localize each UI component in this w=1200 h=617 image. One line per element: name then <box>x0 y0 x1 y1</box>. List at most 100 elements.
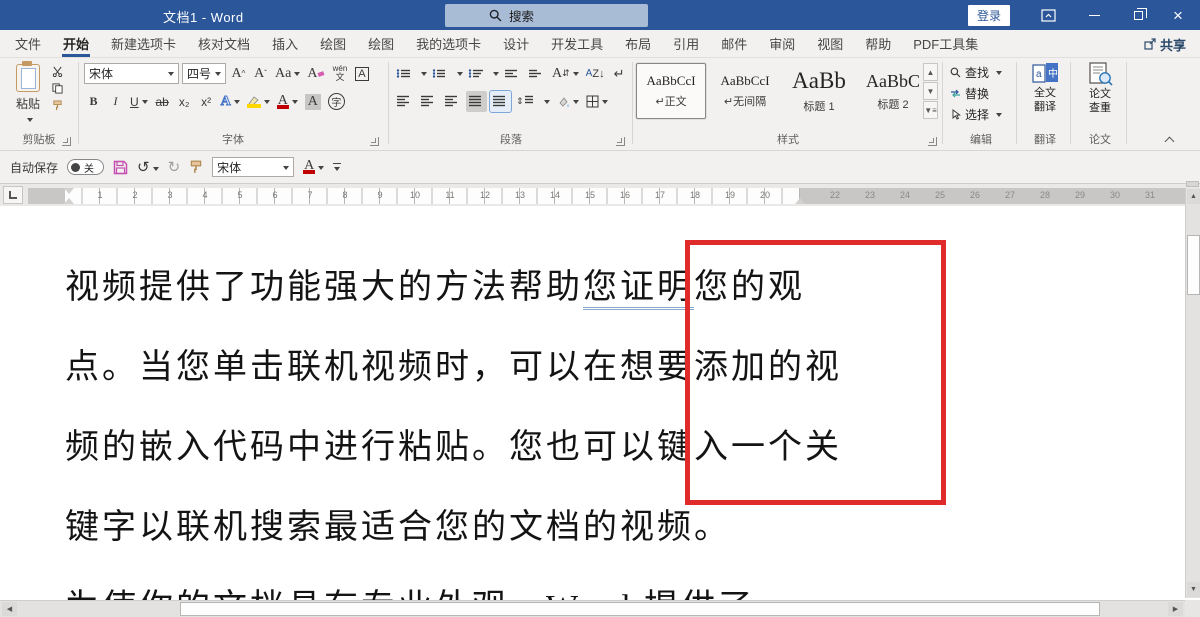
align-center-button[interactable] <box>418 91 439 112</box>
sort-button[interactable]: AZ↓ <box>584 63 607 84</box>
search-box[interactable]: 搜索 <box>445 4 648 27</box>
scroll-down-arrow[interactable]: ▼ <box>1187 582 1200 597</box>
shrink-font-button[interactable]: Aˇ <box>251 63 270 84</box>
clipboard-dialog-launcher[interactable] <box>62 137 71 146</box>
select-button[interactable]: 选择 <box>944 104 1018 125</box>
text-effects-button[interactable]: A <box>219 91 242 112</box>
ribbon-tab[interactable]: 我的选项卡 <box>405 30 492 57</box>
qat-format-painter-icon[interactable] <box>189 160 203 174</box>
font-dialog-launcher[interactable] <box>370 137 379 146</box>
style-card[interactable]: AaBbC标题 2 <box>858 63 928 119</box>
tab-stop-selector[interactable] <box>3 186 23 204</box>
ribbon-tab[interactable]: 视图 <box>806 30 854 57</box>
scroll-up-arrow[interactable]: ▲ <box>1187 189 1200 204</box>
font-name-combo[interactable]: 宋体 <box>84 63 179 84</box>
numbering-button[interactable] <box>430 63 451 84</box>
save-icon[interactable] <box>113 160 128 175</box>
ribbon-tab[interactable]: 开始 <box>52 30 100 57</box>
subscript-button[interactable]: x₂ <box>175 91 194 112</box>
ribbon-tab[interactable]: 文件 <box>4 30 52 57</box>
collapse-ribbon-button[interactable] <box>1163 136 1175 144</box>
ribbon-tab[interactable]: 开发工具 <box>540 30 614 57</box>
split-handle[interactable] <box>1186 181 1199 187</box>
vertical-scrollbar[interactable]: ▲ ▼ <box>1185 188 1200 598</box>
scroll-left-arrow[interactable]: ◀ <box>2 602 17 616</box>
enclose-characters-button[interactable]: 字 <box>326 91 347 112</box>
show-marks-button[interactable]: ↵ <box>610 63 629 84</box>
paper-check-button[interactable]: 论文查重 <box>1076 62 1124 116</box>
undo-button[interactable]: ↺ <box>137 158 159 176</box>
restore-button[interactable] <box>1116 0 1160 30</box>
document-text[interactable]: 视频提供了功能强大的方法帮助您证明您的观 点。当您单击联机视频时，可以在想要添加… <box>65 248 1165 600</box>
ribbon-tab[interactable]: 插入 <box>261 30 309 57</box>
ribbon-display-options-button[interactable] <box>1026 0 1070 30</box>
grammar-underlined-text[interactable]: 您证明 <box>583 269 694 310</box>
format-painter-icon[interactable] <box>52 100 63 111</box>
align-left-button[interactable] <box>394 91 415 112</box>
line-spacing-button[interactable]: ⇕ <box>514 91 552 112</box>
minimize-button[interactable] <box>1072 0 1116 30</box>
borders-button[interactable] <box>584 91 610 112</box>
paste-dropdown-caret[interactable] <box>27 118 33 125</box>
document-page[interactable]: 视频提供了功能强大的方法帮助您证明您的观 点。当您单击联机视频时，可以在想要添加… <box>0 206 1200 600</box>
ribbon-tab[interactable]: 帮助 <box>854 30 902 57</box>
scroll-right-arrow[interactable]: ▶ <box>1168 602 1183 616</box>
ribbon-tab[interactable]: 新建选项卡 <box>100 30 187 57</box>
ribbon-tab[interactable]: 邮件 <box>710 30 758 57</box>
full-text-translate-button[interactable]: a 中 全文翻译 <box>1021 62 1069 115</box>
hanging-indent-marker[interactable] <box>64 193 74 204</box>
ribbon-tab[interactable]: 绘图 <box>357 30 405 57</box>
ribbon-tab[interactable]: 布局 <box>614 30 662 57</box>
justify-button[interactable] <box>466 91 487 112</box>
style-card[interactable]: AaBbCcI↵无间隔 <box>710 63 780 119</box>
increase-indent-button[interactable] <box>526 63 547 84</box>
replace-button[interactable]: 替换 <box>944 83 1018 104</box>
text-line[interactable]: 频的嵌入代码中进行粘贴。您也可以键入一个关 <box>65 408 1165 488</box>
italic-button[interactable]: I <box>106 91 125 112</box>
asian-layout-button[interactable]: A⇵ <box>550 63 581 84</box>
character-shading-button[interactable]: A <box>303 91 323 112</box>
qat-font-color-button[interactable]: A <box>303 160 324 174</box>
multilevel-list-button[interactable] <box>466 63 487 84</box>
align-right-button[interactable] <box>442 91 463 112</box>
style-card[interactable]: AaBbCcI↵正文 <box>636 63 706 119</box>
qat-font-combo[interactable]: 宋体 <box>212 157 294 177</box>
qat-overflow-button[interactable] <box>333 163 341 172</box>
shading-button[interactable] <box>555 91 581 112</box>
ribbon-tab[interactable]: 设计 <box>492 30 540 57</box>
login-button[interactable]: 登录 <box>968 5 1010 26</box>
bullets-button[interactable] <box>394 63 415 84</box>
autosave-toggle[interactable]: 关 <box>67 159 104 175</box>
paste-button[interactable]: 粘贴 <box>8 64 48 126</box>
styles-scroll-down-button[interactable]: ▼ <box>923 82 938 100</box>
horizontal-scrollbar-thumb[interactable] <box>180 602 1100 616</box>
ribbon-tab[interactable]: 绘图 <box>309 30 357 57</box>
superscript-button[interactable]: x² <box>197 91 216 112</box>
style-card[interactable]: AaBb标题 1 <box>784 63 854 119</box>
text-line[interactable]: 为使你的文档具有专业外观，Word 提供了 <box>65 568 1165 600</box>
underline-button[interactable]: U <box>128 91 150 112</box>
close-button[interactable]: × <box>1156 0 1200 30</box>
text-line[interactable]: 点。当您单击联机视频时，可以在想要添加的视 <box>65 328 1165 408</box>
styles-dialog-launcher[interactable] <box>928 137 937 146</box>
cut-icon[interactable] <box>52 66 63 77</box>
horizontal-scrollbar[interactable]: ◀ ▶ <box>0 600 1185 617</box>
ribbon-tab[interactable]: 引用 <box>662 30 710 57</box>
phonetic-guide-button[interactable]: wén 文 <box>330 63 349 84</box>
clear-formatting-button[interactable]: A <box>305 63 327 84</box>
copy-icon[interactable] <box>52 83 63 94</box>
font-color-button[interactable]: A <box>275 91 300 112</box>
text-line[interactable]: 键字以联机搜索最适合您的文档的视频。 <box>65 488 1165 568</box>
redo-button[interactable]: ↻ <box>168 158 181 176</box>
find-button[interactable]: 查找 <box>944 62 1018 83</box>
ribbon-tab[interactable]: PDF工具集 <box>902 30 989 57</box>
ribbon-tab[interactable]: 核对文档 <box>187 30 261 57</box>
strikethrough-button[interactable]: ab <box>153 91 172 112</box>
highlight-color-button[interactable] <box>245 91 272 112</box>
styles-more-button[interactable]: ▼≡ <box>923 101 938 119</box>
share-button[interactable]: 共享 <box>1144 30 1186 58</box>
character-border-button[interactable]: A <box>352 63 371 84</box>
right-indent-marker[interactable] <box>795 193 805 204</box>
bold-button[interactable]: B <box>84 91 103 112</box>
vertical-scrollbar-thumb[interactable] <box>1187 235 1200 295</box>
